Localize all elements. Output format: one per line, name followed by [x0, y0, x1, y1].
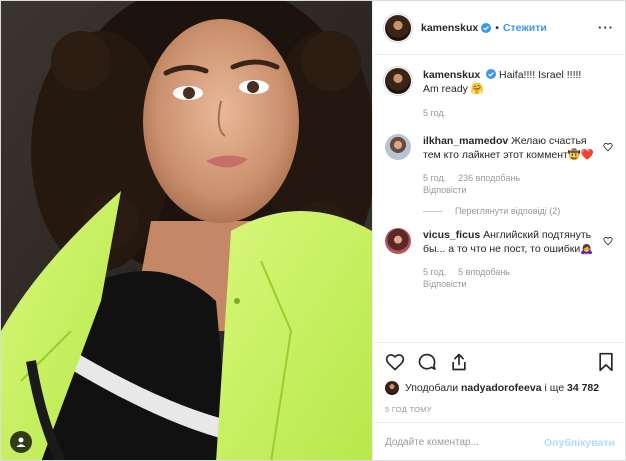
tagged-users-button[interactable] [10, 431, 32, 453]
likes-summary: Уподобали nadyadorofeeva і ще 34 782 [385, 381, 615, 395]
comment-author[interactable]: ilkhan_mamedov [423, 135, 508, 147]
comment-item: vicus_ficus Английский подтянуть бы... а… [385, 228, 615, 290]
caption-meta: 5 год. [423, 106, 599, 120]
comment-likes[interactable]: 5 вподобань [458, 266, 510, 278]
comment-time[interactable]: 5 год. [423, 172, 446, 184]
like-comment-heart-icon[interactable] [603, 236, 613, 246]
comment-item: ilkhan_mamedov Желаю счастья тем кто лай… [385, 134, 615, 196]
author-avatar[interactable] [385, 14, 411, 41]
post-actions: Уподобали nadyadorofeeva і ще 34 782 5 Г… [373, 342, 625, 422]
like-comment-heart-icon[interactable] [603, 142, 613, 152]
post-details-panel: kamenskux • Стежити ··· kamenskux Haifa!… [372, 1, 625, 460]
caption-author-avatar[interactable] [385, 68, 411, 94]
caption-author[interactable]: kamenskux [423, 69, 480, 81]
comment-body: ilkhan_mamedov Желаю счастья тем кто лай… [423, 134, 615, 196]
view-replies-label: Переглянути відповіді (2) [455, 206, 561, 216]
person-icon [16, 437, 26, 447]
commenter-avatar[interactable] [385, 134, 411, 160]
share-upload-icon [452, 353, 466, 371]
likes-count[interactable]: 34 782 [567, 382, 599, 394]
more-options-button[interactable]: ··· [597, 20, 615, 35]
comment-meta: 5 год. 5 вподобань Відповісти [423, 266, 599, 290]
share-button[interactable] [449, 352, 469, 372]
liker-avatar[interactable] [385, 381, 399, 395]
post-header: kamenskux • Стежити ··· [373, 1, 625, 55]
liker-username[interactable]: nadyadorofeeva [461, 382, 542, 394]
comment-button[interactable] [417, 352, 437, 372]
comment-meta: 5 год. 236 вподобань Відповісти [423, 172, 599, 196]
comment-likes[interactable]: 236 вподобань [458, 172, 520, 184]
action-icons [385, 343, 615, 381]
likes-prefix: Уподобали [405, 382, 459, 394]
comment-author[interactable]: vicus_ficus [423, 229, 480, 241]
add-comment-bar: Опублікувати [373, 422, 625, 460]
author-info: kamenskux • Стежити [421, 22, 547, 34]
selfie-illustration [1, 1, 372, 460]
caption: kamenskux Haifa!!!! Israel !!!!! Am read… [385, 68, 615, 120]
reply-button[interactable]: Відповісти [423, 279, 467, 289]
comment-body: vicus_ficus Английский подтянуть бы... а… [423, 228, 615, 290]
comment-input[interactable] [385, 437, 544, 448]
caption-time[interactable]: 5 год. [423, 106, 446, 120]
likes-middle: і ще [544, 382, 565, 394]
heart-icon [385, 354, 405, 371]
separator-dot: • [495, 21, 499, 34]
publish-button[interactable]: Опублікувати [544, 437, 615, 449]
verified-badge-icon [486, 69, 497, 79]
view-replies-button[interactable]: Переглянути відповіді (2) [423, 206, 615, 216]
caption-body: kamenskux Haifa!!!! Israel !!!!! Am read… [423, 68, 615, 120]
commenter-avatar[interactable] [385, 228, 411, 254]
bookmark-icon [599, 352, 613, 372]
view-replies-line [423, 210, 443, 212]
post-photo[interactable] [1, 1, 372, 460]
more-horizontal-icon: ··· [598, 20, 614, 35]
author-username[interactable]: kamenskux [421, 22, 478, 34]
save-button[interactable] [597, 352, 615, 372]
comments-list: kamenskux Haifa!!!! Israel !!!!! Am read… [373, 56, 625, 342]
like-button[interactable] [385, 352, 405, 372]
post-modal: kamenskux • Стежити ··· kamenskux Haifa!… [0, 0, 626, 461]
likes-text[interactable]: Уподобали nadyadorofeeva і ще 34 782 [405, 382, 599, 394]
reply-button[interactable]: Відповісти [423, 185, 467, 195]
post-timestamp[interactable]: 5 ГОД ТОМУ [385, 405, 615, 414]
verified-badge-icon [481, 22, 492, 33]
comment-time[interactable]: 5 год. [423, 266, 446, 278]
follow-button[interactable]: Стежити [503, 22, 547, 34]
comment-bubble-icon [418, 353, 436, 370]
